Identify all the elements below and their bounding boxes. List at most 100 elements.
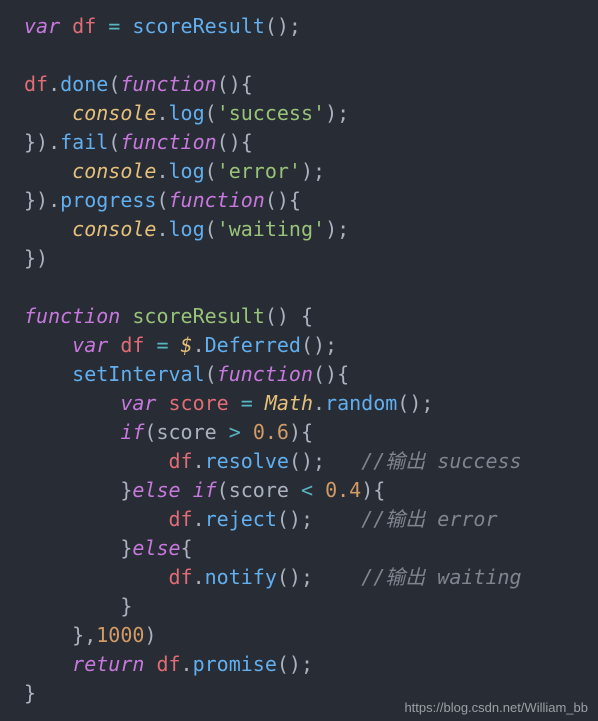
- punct: (){: [265, 188, 301, 212]
- keyword-var: var: [24, 14, 60, 38]
- punct: (){: [217, 72, 253, 96]
- method: resolve: [205, 449, 289, 473]
- indent: [24, 362, 72, 386]
- number: 0.4: [325, 478, 361, 502]
- method: log: [169, 217, 205, 241]
- identifier: df: [24, 72, 48, 96]
- indent: [24, 507, 169, 531]
- gap: [313, 565, 361, 589]
- indent: [24, 536, 120, 560]
- indent: [24, 449, 169, 473]
- indent: [24, 594, 120, 618]
- punct: ){: [289, 420, 313, 444]
- indent: [24, 565, 169, 589]
- function-call: scoreResult: [132, 14, 264, 38]
- keyword-function: function: [169, 188, 265, 212]
- punct: .: [193, 333, 205, 357]
- code-block: var df = scoreResult(); df.done(function…: [0, 0, 598, 708]
- indent: [24, 101, 72, 125]
- indent: [24, 420, 120, 444]
- punct: }: [120, 536, 132, 560]
- method: log: [169, 101, 205, 125]
- keyword-return: return: [72, 652, 144, 676]
- gap: [325, 449, 361, 473]
- identifier: df: [72, 14, 96, 38]
- punct: () {: [265, 304, 313, 328]
- number: 1000: [96, 623, 144, 647]
- punct: .: [181, 652, 193, 676]
- object-console: console: [72, 217, 156, 241]
- space: [313, 478, 325, 502]
- punct: (){: [217, 130, 253, 154]
- identifier: df: [169, 449, 193, 473]
- method: notify: [205, 565, 277, 589]
- punct: );: [301, 159, 325, 183]
- string: 'error': [217, 159, 301, 183]
- punct: .: [156, 217, 168, 241]
- object-math: Math: [265, 391, 313, 415]
- string: 'waiting': [217, 217, 325, 241]
- comment: //输出 waiting: [361, 565, 521, 589]
- punct: {: [181, 536, 193, 560]
- indent: [24, 623, 72, 647]
- method: random: [325, 391, 397, 415]
- method: Deferred: [205, 333, 301, 357]
- punct: ();: [265, 14, 301, 38]
- punct: ();: [277, 565, 313, 589]
- identifier: df: [169, 507, 193, 531]
- method: progress: [60, 188, 156, 212]
- space: [241, 420, 253, 444]
- keyword-var: var: [120, 391, 156, 415]
- number: 0.6: [253, 420, 289, 444]
- indent: [24, 217, 72, 241]
- function-call: setInterval: [72, 362, 204, 386]
- keyword-elseif: else if: [132, 478, 216, 502]
- punct: }).: [24, 188, 60, 212]
- punct: ){: [361, 478, 385, 502]
- gap: [313, 507, 361, 531]
- punct: }).: [24, 130, 60, 154]
- method: reject: [205, 507, 277, 531]
- method: fail: [60, 130, 108, 154]
- comment: //输出 error: [361, 507, 497, 531]
- punct: ): [144, 623, 156, 647]
- method: done: [60, 72, 108, 96]
- keyword-if: if: [120, 420, 144, 444]
- identifier: df: [144, 652, 180, 676]
- indent: [24, 478, 120, 502]
- punct: (: [205, 159, 217, 183]
- keyword-else: else: [132, 536, 180, 560]
- object-console: console: [72, 101, 156, 125]
- punct: (: [108, 72, 120, 96]
- punct: .: [156, 159, 168, 183]
- punct: ();: [397, 391, 433, 415]
- keyword-var: var: [72, 333, 108, 357]
- keyword-function: function: [120, 130, 216, 154]
- punct: ();: [301, 333, 337, 357]
- method: promise: [193, 652, 277, 676]
- punct: }: [120, 594, 132, 618]
- punct: }): [24, 246, 48, 270]
- function-name: scoreResult: [120, 304, 265, 328]
- operator: <: [301, 478, 313, 502]
- identifier: df: [108, 333, 144, 357]
- punct: (score: [144, 420, 228, 444]
- keyword-function: function: [120, 72, 216, 96]
- punct: (: [205, 217, 217, 241]
- punct: ();: [277, 507, 313, 531]
- punct: .: [193, 449, 205, 473]
- keyword-function: function: [24, 304, 120, 328]
- punct: ();: [277, 652, 313, 676]
- punct: (: [156, 188, 168, 212]
- punct: );: [325, 101, 349, 125]
- method: log: [169, 159, 205, 183]
- punct: .: [193, 507, 205, 531]
- punct: ();: [289, 449, 325, 473]
- punct: },: [72, 623, 96, 647]
- punct: }: [120, 478, 132, 502]
- punct: (score: [217, 478, 301, 502]
- identifier: score: [156, 391, 228, 415]
- object-console: console: [72, 159, 156, 183]
- indent: [24, 333, 72, 357]
- punct: (: [108, 130, 120, 154]
